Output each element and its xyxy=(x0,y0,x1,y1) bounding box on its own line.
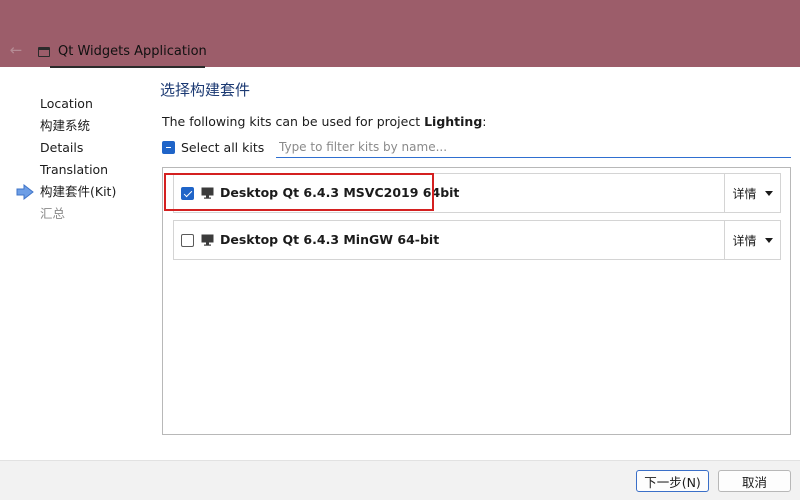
kit-name-mingw: Desktop Qt 6.4.3 MinGW 64-bit xyxy=(220,232,440,247)
kit-row-msvc2019[interactable]: Desktop Qt 6.4.3 MSVC2019 64bit 详情 xyxy=(173,173,781,213)
kit-checkbox-msvc2019[interactable] xyxy=(181,187,194,200)
current-step-arrow-icon xyxy=(16,184,34,200)
caret-down-icon xyxy=(764,237,773,243)
title-bar: ← Qt Widgets Application xyxy=(0,0,800,68)
description-suffix: : xyxy=(482,114,487,129)
caret-down-icon xyxy=(764,190,773,196)
select-all-label[interactable]: Select all kits xyxy=(181,140,264,155)
kit-details-button-msvc2019[interactable]: 详情 xyxy=(724,174,780,212)
step-build-system: 构建系统 xyxy=(40,118,91,133)
window-icon xyxy=(38,46,50,57)
kit-selection-page: 选择构建套件 The following kits can be used fo… xyxy=(160,67,800,460)
next-button[interactable]: 下一步(N) xyxy=(636,470,709,492)
step-kits: 构建套件(Kit) xyxy=(40,184,117,199)
kit-checkbox-mingw[interactable] xyxy=(181,234,194,247)
wizard-footer: 下一步(N) 取消 xyxy=(0,460,800,500)
kit-filter-input[interactable] xyxy=(276,137,791,158)
select-all-kits[interactable]: Select all kits xyxy=(162,137,264,157)
desktop-monitor-icon xyxy=(201,187,214,199)
details-label: 详情 xyxy=(732,186,757,201)
step-summary: 汇总 xyxy=(40,206,66,221)
kit-row-mingw[interactable]: Desktop Qt 6.4.3 MinGW 64-bit 详情 xyxy=(173,220,781,260)
select-all-checkbox[interactable] xyxy=(162,140,175,154)
page-title: 选择构建套件 xyxy=(160,81,251,99)
window-title-tab: Qt Widgets Application xyxy=(30,36,215,67)
details-label: 详情 xyxy=(732,233,757,248)
kit-list: Desktop Qt 6.4.3 MSVC2019 64bit 详情 Deskt… xyxy=(162,167,791,435)
kit-name-msvc2019: Desktop Qt 6.4.3 MSVC2019 64bit xyxy=(220,185,460,200)
project-name: Lighting xyxy=(424,114,483,129)
step-details: Details xyxy=(40,140,84,155)
desktop-monitor-icon xyxy=(201,234,214,246)
kits-description: The following kits can be used for proje… xyxy=(162,114,487,129)
cancel-button[interactable]: 取消 xyxy=(718,470,791,492)
step-translation: Translation xyxy=(40,162,109,177)
back-arrow-icon[interactable]: ← xyxy=(6,40,26,60)
step-location: Location xyxy=(40,96,93,111)
kit-details-button-mingw[interactable]: 详情 xyxy=(724,221,780,259)
wizard-steps-sidebar: Location 构建系统 Details Translation 构建套件(K… xyxy=(0,67,150,460)
window-title: Qt Widgets Application xyxy=(58,44,207,59)
description-prefix: The following kits can be used for proje… xyxy=(162,114,425,129)
